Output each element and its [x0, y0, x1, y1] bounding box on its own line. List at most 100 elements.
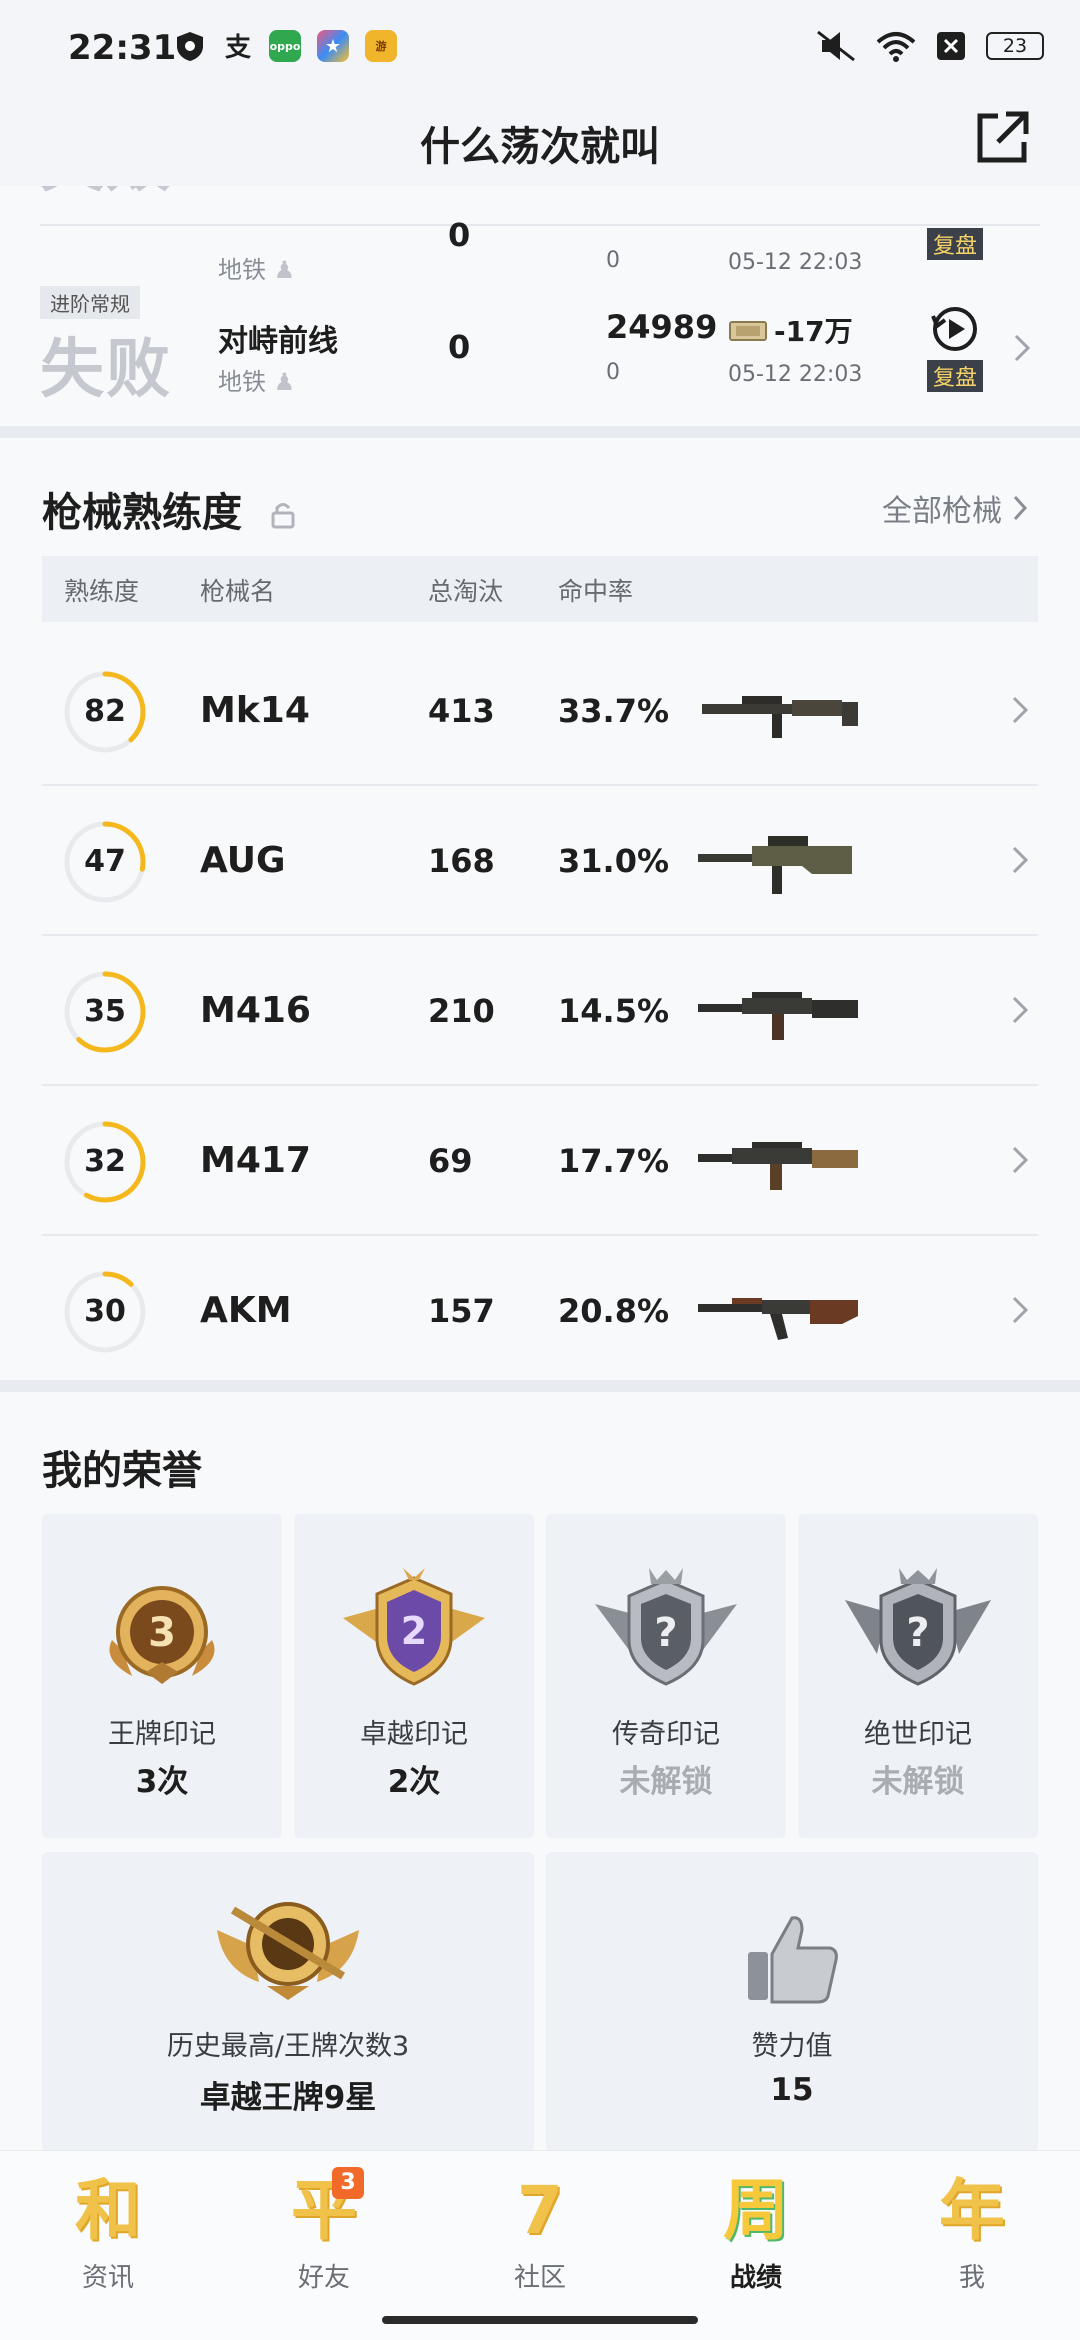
weapon-name: AUG: [200, 840, 286, 881]
weapon-row[interactable]: 47 AUG 168 31.0%: [42, 786, 1038, 936]
weapon-accuracy: 20.8%: [558, 1292, 670, 1330]
match-row[interactable]: 进阶常规 失败 对峙前线 地铁 ♟ 0 24989 0 -17万 05-12 2…: [40, 186, 1040, 426]
status-bar: 22:31 支 oppo ★ 游 23: [0, 0, 1080, 96]
svg-text:支: 支: [225, 33, 251, 62]
weapon-proficiency-section: 枪械熟练度 全部枪械 熟练度 枪械名 总淘汰 命中率 82 Mk14 413 33.7…: [0, 438, 1080, 1380]
all-weapons-link[interactable]: 全部枪械: [882, 486, 1028, 530]
excellent-badge-icon: 2: [343, 1568, 485, 1686]
battery-icon: 23: [986, 32, 1044, 60]
home-indicator[interactable]: [382, 2316, 698, 2324]
honor-card-ace[interactable]: 3 王牌印记 3次: [42, 1514, 282, 1838]
nav-tab-records[interactable]: 周 战绩: [676, 2171, 836, 2294]
nav-tab-news[interactable]: 和 资讯: [28, 2171, 188, 2294]
honor-label: 王牌印记: [108, 1719, 216, 1750]
column-header: 熟练度: [64, 577, 140, 606]
weapon-row[interactable]: 30 AKM 157 20.8%: [42, 1236, 1038, 1386]
peerless-badge-icon: ?: [845, 1568, 991, 1686]
status-right-icons: 23: [816, 30, 1044, 62]
honor-label: 绝世印记: [864, 1719, 972, 1750]
excellent-badge-number: 2: [401, 1609, 427, 1653]
weapon-row[interactable]: 35 M416 210 14.5%: [42, 936, 1038, 1086]
proficiency-value: 32: [84, 1144, 126, 1179]
weapon-accuracy: 17.7%: [558, 1142, 670, 1180]
page-header: 什么荡次就叫: [0, 96, 1080, 186]
weapon-row[interactable]: 32 M417 69 17.7%: [42, 1086, 1038, 1236]
honor-label: 卓越印记: [360, 1719, 468, 1750]
ace-emblem-icon: [217, 1902, 359, 2000]
section-title: 我的荣誉: [42, 1448, 202, 1494]
chevron-right-icon: [1014, 334, 1031, 362]
replay-button[interactable]: 复盘: [920, 304, 990, 392]
honor-value: 未解锁: [871, 1764, 965, 1800]
weapon-name: M416: [200, 990, 311, 1031]
page-title: 什么荡次就叫: [420, 124, 660, 170]
match-result: 失败: [40, 333, 172, 407]
weapon-image: [698, 1142, 858, 1190]
nav-label: 好友: [297, 2263, 350, 2293]
lock-icon: [271, 503, 295, 529]
wifi-icon: [876, 32, 916, 62]
chevron-right-icon: [1012, 996, 1029, 1024]
section-title: 枪械熟练度: [42, 480, 296, 538]
match-score-sub: 0: [606, 360, 620, 385]
history-best-card[interactable]: 历史最高/王牌次数3 卓越王牌9星: [42, 1852, 534, 2152]
section-divider: [0, 1380, 1080, 1392]
match-money: -17万: [728, 310, 853, 350]
chevron-right-icon: [1012, 1146, 1029, 1174]
share-icon[interactable]: [972, 108, 1032, 168]
close-box-icon: [937, 32, 965, 60]
nav-records-icon: 周: [723, 2172, 789, 2249]
honor-card-peerless[interactable]: ? 绝世印记 未解锁: [798, 1514, 1038, 1838]
status-left-icons: 支 oppo ★ 游: [175, 30, 397, 62]
column-header: 命中率: [558, 577, 634, 606]
weapon-table-header: 熟练度 枪械名 总淘汰 命中率: [42, 556, 1038, 622]
weapon-image: [702, 696, 858, 738]
weapon-kills: 69: [428, 1142, 473, 1180]
match-list: 失败 地铁 ♟ 0 0 05-12 22:03 复盘 进阶常规 失败 对峙前线 …: [0, 186, 1080, 426]
mute-icon: [817, 30, 855, 62]
honor-card-legend[interactable]: ? 传奇印记 未解锁: [546, 1514, 786, 1838]
nav-tab-community[interactable]: 7 社区: [460, 2171, 620, 2294]
weapon-name: M417: [200, 1140, 311, 1181]
match-score: 24989: [606, 308, 718, 346]
status-time: 22:31: [68, 28, 177, 68]
honor-value: 2次: [387, 1764, 441, 1800]
thumbs-up-icon: [748, 1916, 838, 2004]
ace-badge-icon: 3: [109, 1586, 215, 1684]
likes-value: 15: [770, 2072, 814, 2108]
match-mode-tag: 进阶常规: [40, 286, 140, 319]
nav-label: 我: [958, 2263, 985, 2293]
chevron-right-icon: [1013, 495, 1028, 521]
weapon-image: [698, 836, 852, 894]
shield-icon: [177, 32, 203, 61]
notification-badge: 3: [332, 2167, 364, 2199]
replay-label: 复盘: [926, 360, 983, 392]
bottom-nav: 和 资讯 平 3 好友 7 社区 周 战绩 年 我: [0, 2150, 1080, 2340]
weapon-row[interactable]: 82 Mk14 413 33.7%: [42, 636, 1038, 786]
history-label: 历史最高/王牌次数3: [166, 2031, 410, 2062]
honor-value: 未解锁: [619, 1764, 713, 1800]
match-map-type: 地铁 ♟: [218, 368, 296, 396]
nav-tab-friends[interactable]: 平 3 好友: [244, 2167, 404, 2294]
section-divider: [0, 426, 1080, 438]
proficiency-value: 82: [84, 694, 126, 729]
chevron-right-icon: [1012, 1296, 1029, 1324]
match-map-name: 对峙前线: [218, 324, 338, 359]
ace-badge-number: 3: [148, 1610, 176, 1656]
weapon-kills: 157: [428, 1292, 495, 1330]
oppo-icon: oppo: [269, 30, 301, 62]
nav-label: 战绩: [729, 2263, 782, 2293]
nav-label: 资讯: [81, 2263, 134, 2293]
likes-label: 赞力值: [751, 2031, 833, 2062]
nav-tab-me[interactable]: 年 我: [892, 2171, 1052, 2294]
honor-card-excellent[interactable]: 2 卓越印记 2次: [294, 1514, 534, 1838]
chevron-right-icon: [1012, 696, 1029, 724]
weapon-name: AKM: [200, 1290, 292, 1331]
match-date: 05-12 22:03: [728, 362, 863, 387]
likes-card[interactable]: 赞力值 15: [546, 1852, 1038, 2152]
proficiency-value: 35: [84, 994, 126, 1029]
weapon-kills: 210: [428, 992, 495, 1030]
column-header: 枪械名: [200, 577, 276, 606]
honor-section: 我的荣誉 3 王牌印记 3次 2 卓越印记 2次 ? 传奇印记 未解锁 ? 绝世…: [0, 1392, 1080, 2152]
app-icon: ★: [317, 30, 349, 62]
